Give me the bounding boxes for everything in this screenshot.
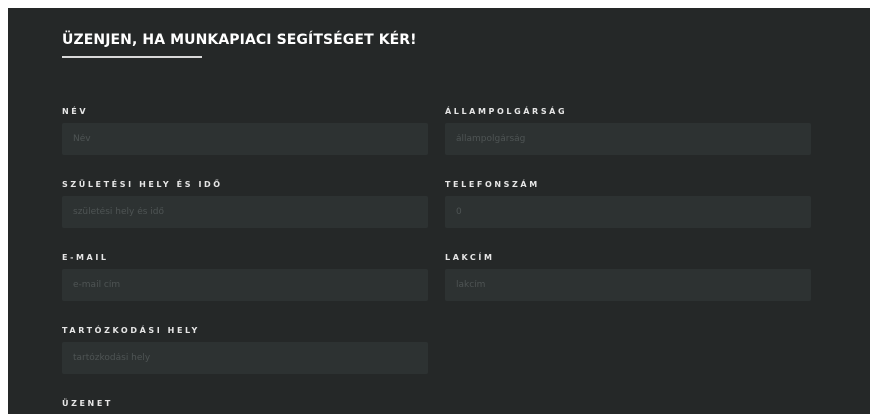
phone-label: TELEFONSZÁM	[445, 180, 540, 189]
form-title: ÜZENJEN, HA MUNKAPIACI SEGÍTSÉGET KÉR!	[62, 32, 417, 48]
title-underline	[62, 56, 202, 58]
address-input[interactable]	[445, 269, 811, 301]
email-input[interactable]	[62, 269, 428, 301]
residence-label: TARTÓZKODÁSI HELY	[62, 326, 200, 335]
phone-input[interactable]	[445, 196, 811, 228]
message-label: ÜZENET	[62, 399, 113, 408]
contact-form-panel: ÜZENJEN, HA MUNKAPIACI SEGÍTSÉGET KÉR! N…	[8, 8, 870, 414]
name-input[interactable]	[62, 123, 428, 155]
birth-place-date-label: SZÜLETÉSI HELY ÉS IDŐ	[62, 180, 223, 189]
name-label: NÉV	[62, 107, 89, 116]
citizenship-input[interactable]	[445, 123, 811, 155]
email-label: E-MAIL	[62, 253, 109, 262]
citizenship-label: ÁLLAMPOLGÁRSÁG	[445, 107, 568, 116]
address-label: LAKCÍM	[445, 253, 495, 262]
birth-place-date-input[interactable]	[62, 196, 428, 228]
residence-input[interactable]	[62, 342, 428, 374]
